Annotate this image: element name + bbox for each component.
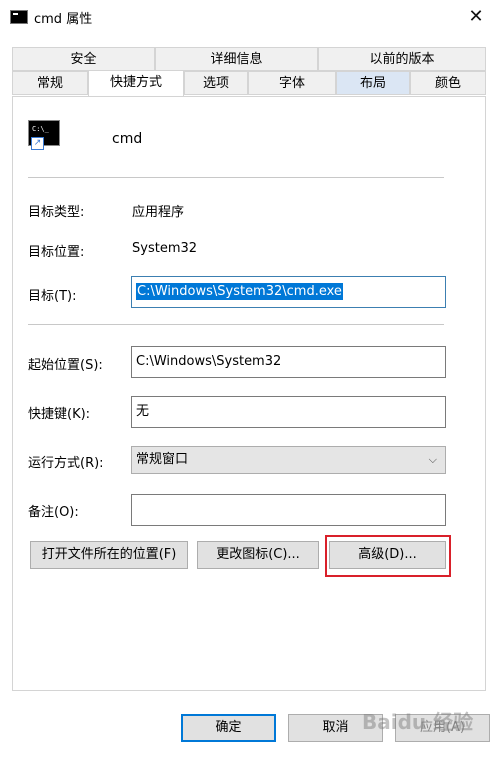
hotkey-label: 快捷键(K): [28,407,91,422]
comment-label: 备注(O): [28,505,79,520]
tab-panel [12,96,486,691]
tab-options[interactable]: 选项 [184,71,248,95]
start-in-label: 起始位置(S): [28,358,103,373]
tab-layout[interactable]: 布局 [336,71,410,95]
hotkey-input[interactable]: 无 [131,396,446,428]
target-location-value: System32 [132,241,198,256]
tab-details[interactable]: 详细信息 [155,47,318,71]
target-input-value: C:\Windows\System32\cmd.exe [136,283,343,300]
cmd-app-icon [10,10,28,24]
window-title: cmd 属性 [34,12,93,27]
tab-previous-versions[interactable]: 以前的版本 [318,47,486,71]
start-in-input[interactable]: C:\Windows\System32 [131,346,446,378]
chevron-down-icon: ⌵ [428,453,437,466]
target-type-value: 应用程序 [132,205,185,220]
close-button[interactable]: ✕ [453,0,499,34]
shortcut-icon: C:\_ ↗ [28,117,60,150]
target-label: 目标(T): [28,289,77,304]
baidu-watermark: Baidu 经验 [362,710,474,734]
comment-input[interactable] [131,494,446,526]
open-file-location-button[interactable]: 打开文件所在的位置(F) [30,541,188,569]
shortcut-name: cmd [112,131,143,147]
target-location-label: 目标位置: [28,245,85,260]
tab-shortcut[interactable]: 快捷方式 [88,70,184,97]
tab-font[interactable]: 字体 [248,71,336,95]
tab-general[interactable]: 常规 [12,71,88,95]
red-highlight-annotation [325,535,451,577]
run-select[interactable]: 常规窗口 ⌵ [131,446,446,474]
title-bar: cmd 属性 ✕ [0,0,499,34]
target-input[interactable]: C:\Windows\System32\cmd.exe [131,276,446,308]
separator [28,324,444,325]
run-label: 运行方式(R): [28,456,104,471]
target-type-label: 目标类型: [28,205,85,220]
run-select-value: 常规窗口 [136,452,189,467]
tab-security[interactable]: 安全 [12,47,155,71]
change-icon-button[interactable]: 更改图标(C)... [197,541,319,569]
separator [28,177,444,178]
ok-button[interactable]: 确定 [181,714,276,742]
tab-colors[interactable]: 颜色 [410,71,486,95]
